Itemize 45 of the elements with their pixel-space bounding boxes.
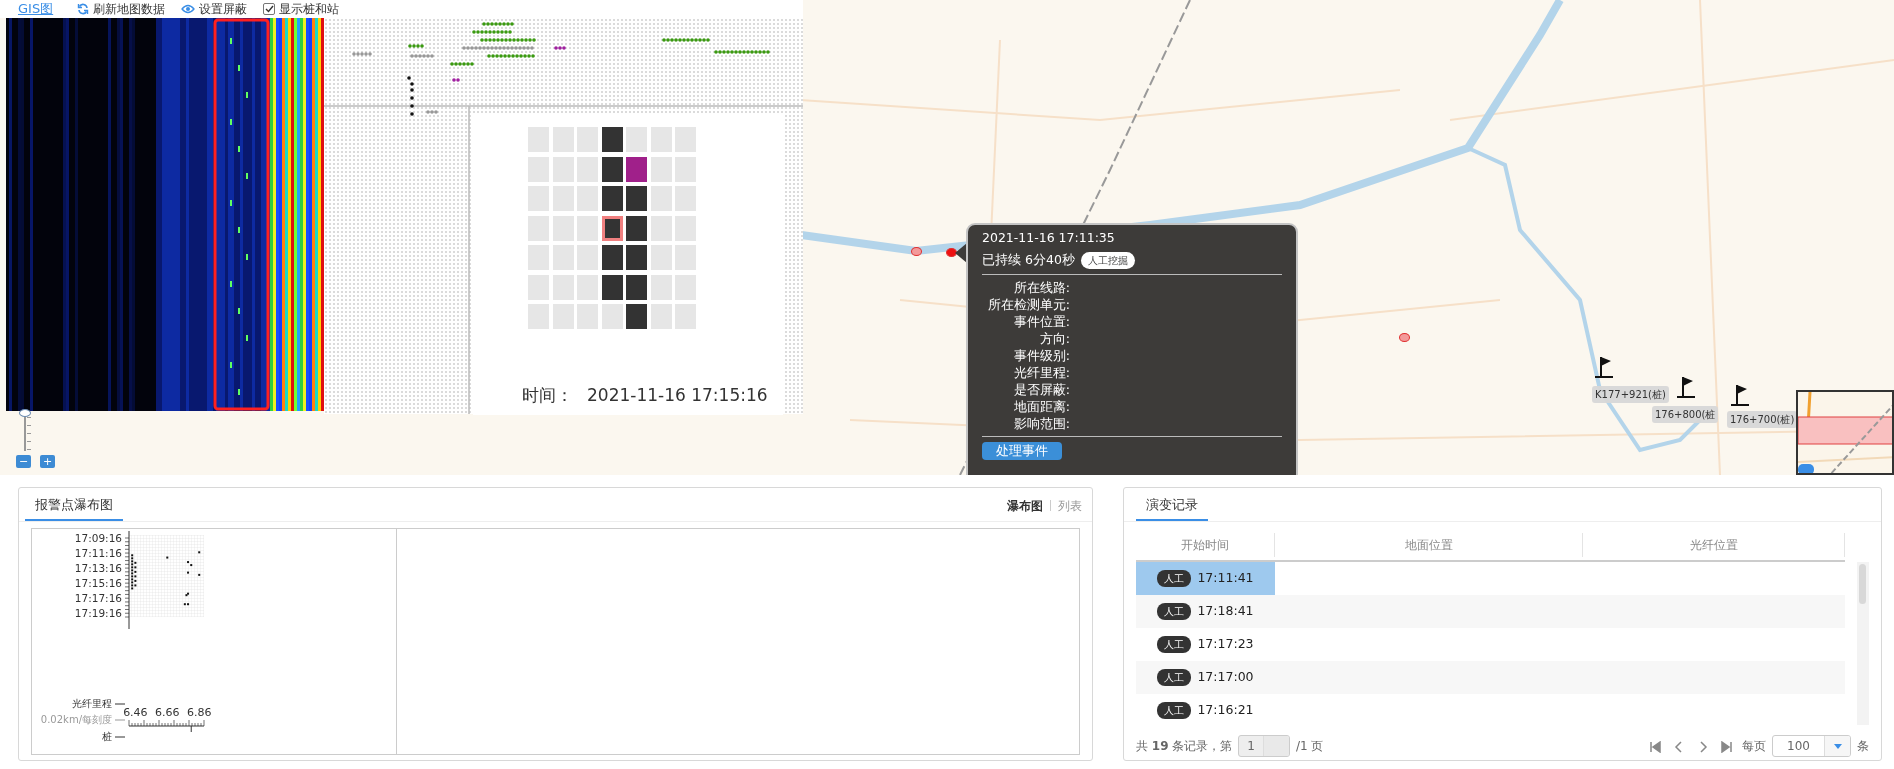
page-select[interactable]: 1: [1238, 735, 1290, 758]
page-size-select[interactable]: 100: [1772, 735, 1851, 758]
axis-tick: [114, 736, 126, 738]
time-text: 17:17:00: [1197, 667, 1254, 686]
axis-tick: [114, 703, 126, 705]
unit-label: 条: [1857, 738, 1869, 756]
per-page-label: 每页: [1742, 738, 1767, 756]
view-switch-link[interactable]: 瀑布图: [1003, 496, 1047, 515]
tick-label: 6.66: [155, 705, 180, 719]
tag-badge: 人工: [1157, 569, 1192, 587]
panel-tab[interactable]: 报警点瀑布图: [25, 491, 123, 521]
axis-label: 桩: [102, 730, 112, 742]
tick-label: 17:19:16: [74, 607, 122, 619]
tick-label: 6.86: [186, 705, 212, 719]
column-header: 开始时间: [1136, 532, 1275, 557]
alarm-dots-drawing: [131, 551, 201, 605]
tag-badge: 人工: [1157, 668, 1192, 686]
tick-label: 17:11:16: [74, 546, 122, 559]
record-summary: 共 19 条记录，第: [1136, 738, 1233, 756]
time-text: 17:17:23: [1197, 634, 1254, 653]
tick-label: 17:09:16: [74, 531, 122, 544]
time-text: 17:18:41: [1197, 601, 1254, 620]
tag-badge: 人工: [1157, 602, 1192, 620]
column-header: 地面位置: [1275, 532, 1583, 557]
axis-label: 光纤里程: [72, 697, 112, 709]
caret-icon: [1833, 743, 1842, 749]
tick-label: 17:13:16: [74, 561, 122, 574]
tag-badge: 人工: [1157, 701, 1192, 719]
table-cell[interactable]: 人工 17:11:41: [1136, 561, 1275, 595]
page-count: /1 页: [1296, 738, 1324, 756]
axis-tick: [114, 719, 126, 721]
panel-tab[interactable]: 演变记录: [1136, 491, 1208, 521]
time-text: 17:11:41: [1197, 568, 1254, 587]
table-cell[interactable]: 人工 17:18:41: [1136, 594, 1275, 628]
table-cell[interactable]: 人工 17:17:00: [1136, 660, 1275, 694]
table-cell[interactable]: 人工 17:16:21: [1136, 693, 1275, 727]
tag-badge: 人工: [1157, 635, 1192, 653]
tick-label: 6.46: [123, 705, 148, 719]
axis-label: 0.02km/每刻度: [40, 713, 112, 725]
table-cell[interactable]: 人工 17:17:23: [1136, 627, 1275, 661]
time-text: 17:16:21: [1197, 700, 1254, 719]
scrollbar-thumb[interactable]: [1859, 563, 1866, 604]
tick-label: 17:17:16: [74, 591, 122, 604]
column-header: 光纤位置: [1583, 532, 1845, 557]
tick-label: 17:15:16: [74, 576, 122, 589]
